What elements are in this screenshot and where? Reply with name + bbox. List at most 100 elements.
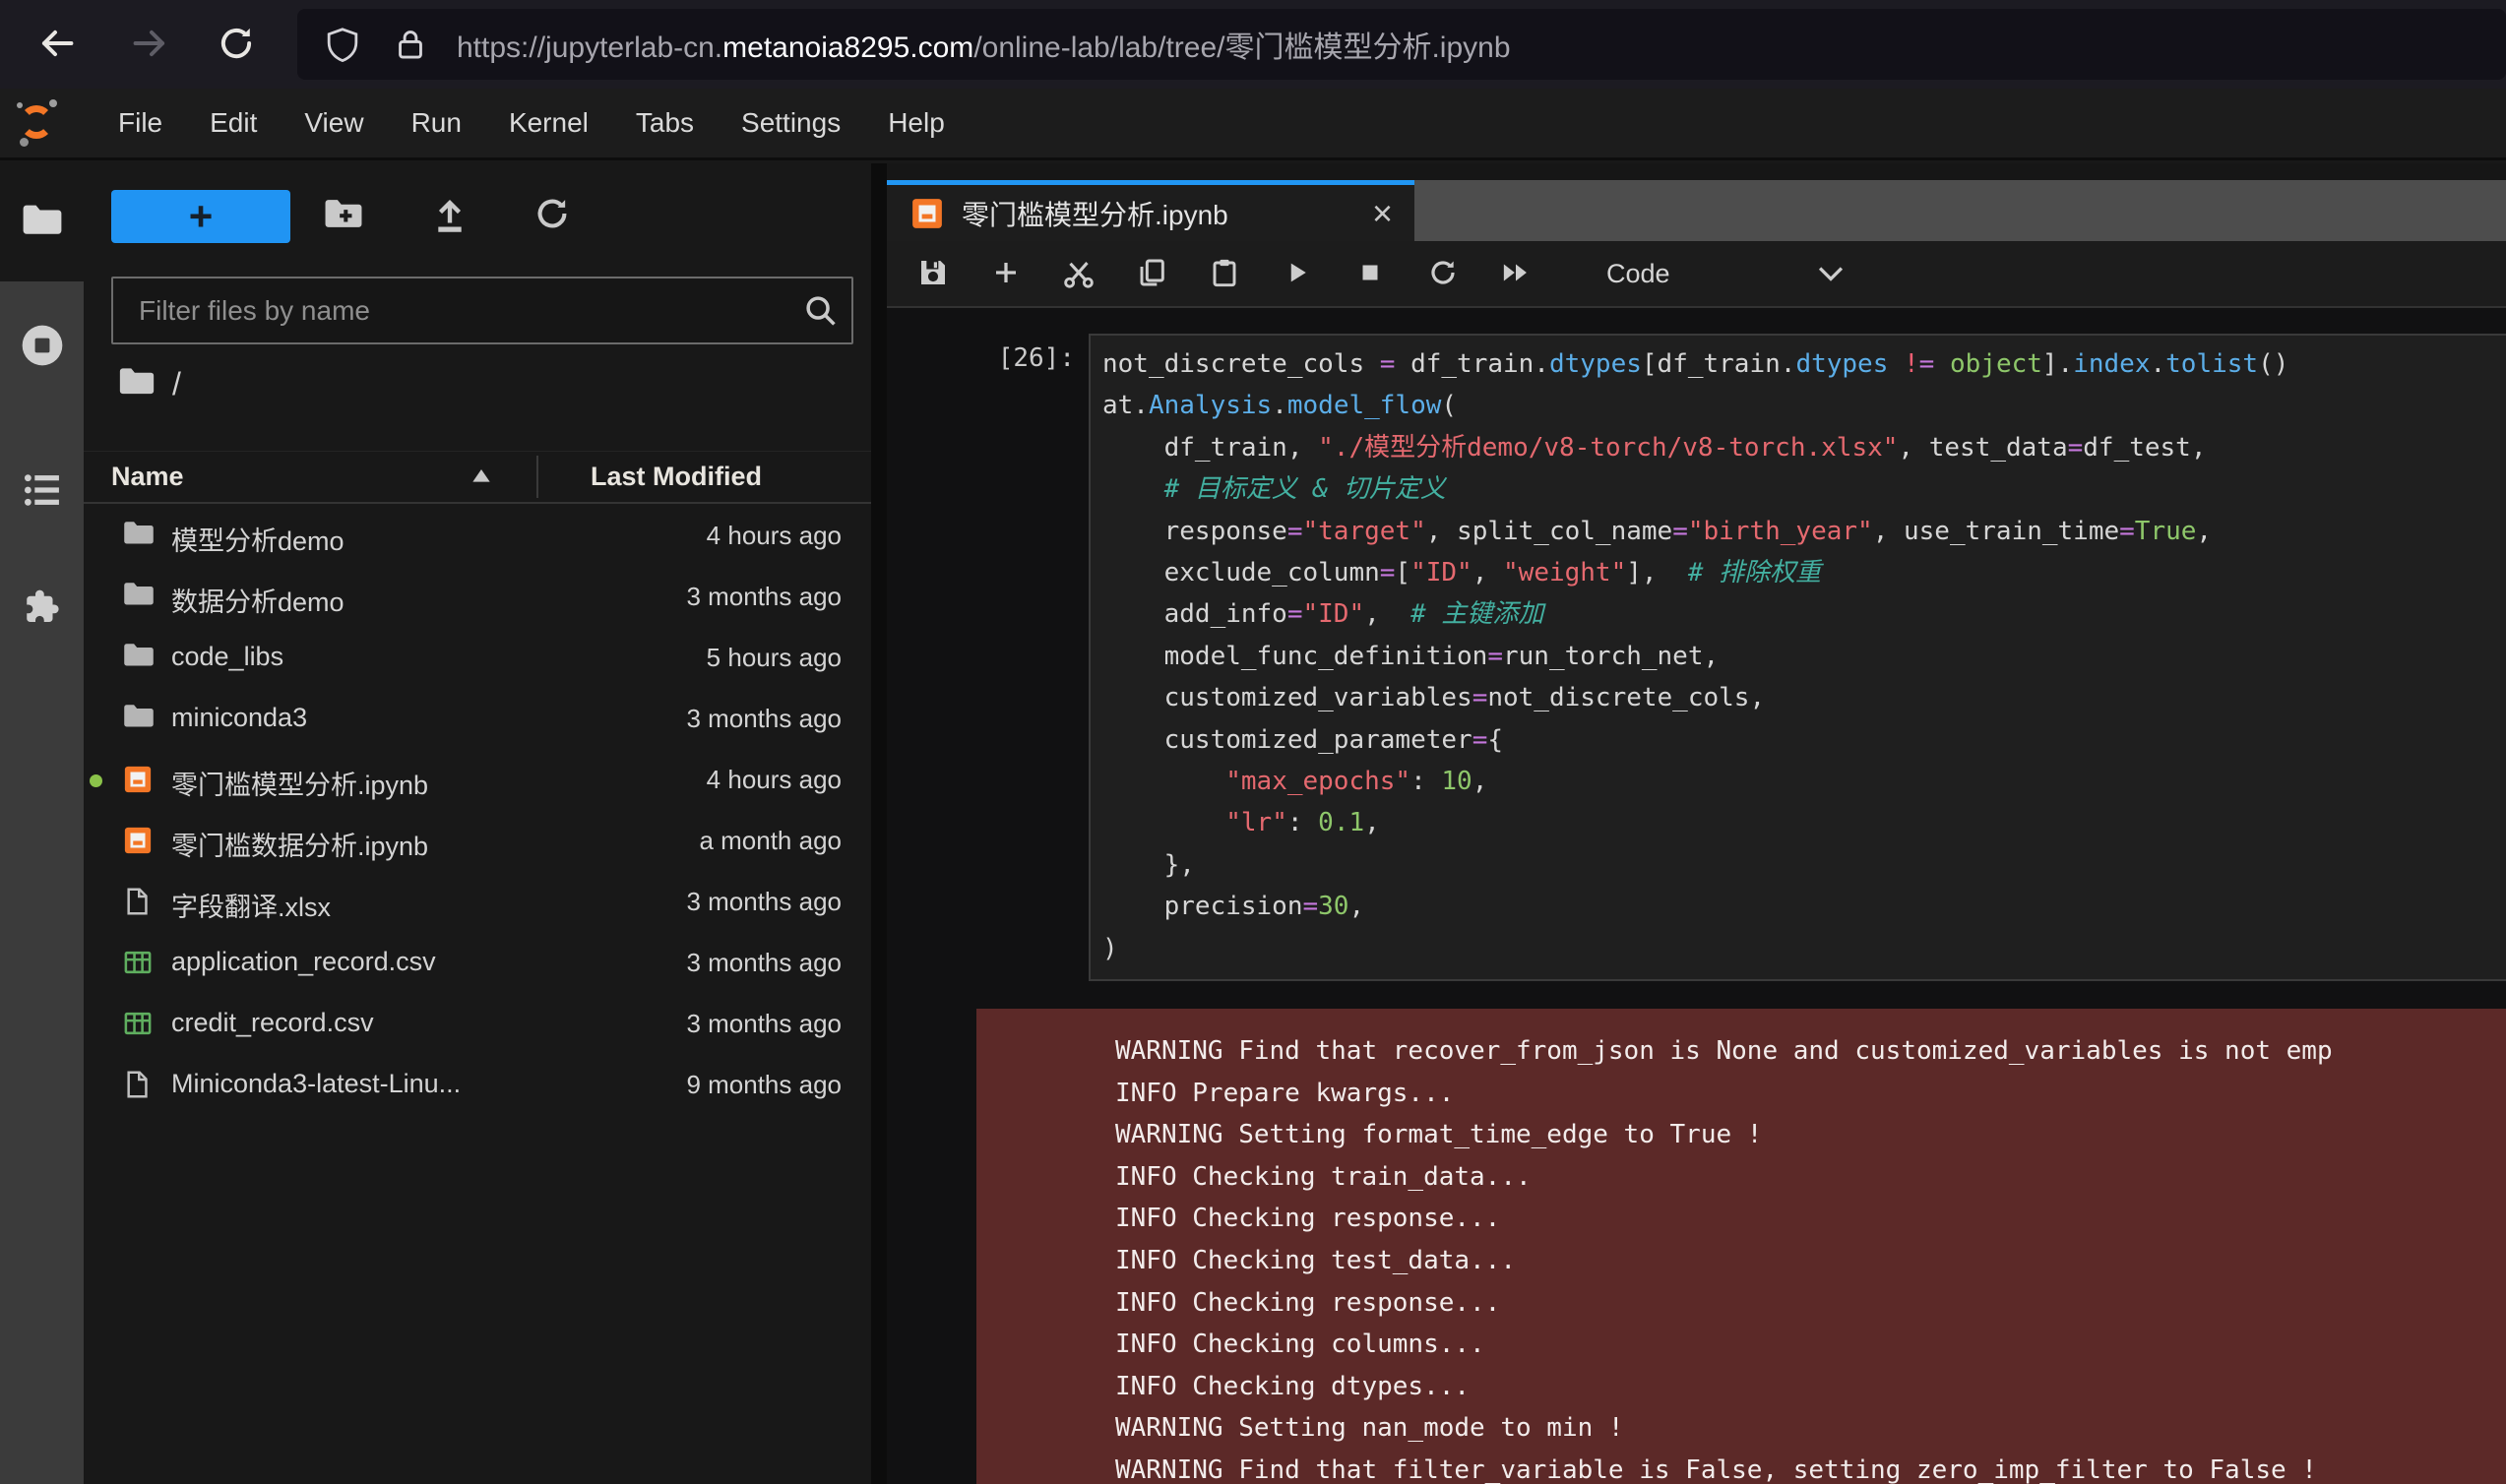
run-cell-button[interactable] [1261, 244, 1334, 303]
dock-top-gap [887, 163, 2506, 180]
file-icon [123, 887, 155, 918]
jupyterlab-shell: FileEditViewRunKernelTabsSettingsHelp [0, 89, 2506, 1484]
browser-back-button[interactable] [30, 18, 85, 73]
notebook-toolbar: Code [887, 241, 2506, 308]
tab-close-icon[interactable]: × [1372, 196, 1393, 231]
notebook-panel: 零门槛模型分析.ipynb × [887, 163, 2506, 1484]
screen: https://jupyterlab-cn.metanoia8295.com/o… [0, 0, 2506, 1484]
panel-splitter[interactable] [871, 163, 887, 1484]
menu-item-help[interactable]: Help [864, 89, 969, 157]
file-modified: 4 hours ago [707, 765, 842, 795]
jlab-body: + [0, 163, 2506, 1484]
file-icon [123, 948, 155, 979]
insert-cell-button[interactable] [970, 244, 1042, 303]
sort-ascending-icon[interactable] [470, 467, 492, 488]
address-bar[interactable]: https://jupyterlab-cn.metanoia8295.com/o… [297, 9, 2506, 80]
menu-item-kernel[interactable]: Kernel [485, 89, 612, 157]
file-name: code_libs [171, 642, 283, 672]
url-prefix: https://jupyterlab-cn. [457, 31, 722, 64]
file-browser-toolbar: + [84, 190, 871, 243]
dock-tab-bar: 零门槛模型分析.ipynb × [887, 180, 2506, 241]
sidebar-tab-files[interactable] [0, 188, 84, 257]
menu-item-run[interactable]: Run [388, 89, 485, 157]
restart-run-all-button[interactable] [1479, 244, 1552, 303]
running-dot [90, 774, 102, 787]
file-browser-panel: + [84, 163, 871, 1484]
breadcrumb-root[interactable]: / [172, 366, 181, 402]
interrupt-kernel-button[interactable] [1334, 244, 1407, 303]
notebook-tab[interactable]: 零门槛模型分析.ipynb × [887, 180, 1414, 241]
menu-item-settings[interactable]: Settings [718, 89, 864, 157]
file-modified: 4 hours ago [707, 521, 842, 551]
file-row[interactable]: miniconda3 3 months ago [84, 689, 871, 750]
file-name: 模型分析demo [171, 520, 345, 558]
file-row[interactable]: 零门槛数据分析.ipynb a month ago [84, 811, 871, 872]
file-row[interactable]: 数据分析demo 3 months ago [84, 567, 871, 628]
file-row[interactable]: 字段翻译.xlsx 3 months ago [84, 872, 871, 933]
menu-item-view[interactable]: View [281, 89, 387, 157]
menu-item-tabs[interactable]: Tabs [612, 89, 718, 157]
file-icon [123, 826, 155, 857]
file-icon [123, 1009, 155, 1040]
shield-icon[interactable] [325, 27, 360, 62]
file-name: 数据分析demo [171, 581, 345, 619]
restart-kernel-button[interactable] [1407, 244, 1479, 303]
table-of-contents-icon [23, 470, 62, 515]
file-name: 零门槛模型分析.ipynb [171, 764, 428, 802]
file-row[interactable]: 模型分析demo 4 hours ago [84, 506, 871, 567]
refresh-icon [533, 195, 571, 237]
sidebar-tab-toc[interactable] [0, 458, 84, 526]
menu-item-edit[interactable]: Edit [186, 89, 281, 157]
lock-icon[interactable] [394, 28, 427, 61]
file-row[interactable]: 零门槛模型分析.ipynb 4 hours ago [84, 750, 871, 811]
stderr-output: WARNING Find that recover_from_json is N… [976, 1009, 2506, 1484]
file-list-header: Name Last Modified [84, 451, 871, 504]
tab-title: 零门槛模型分析.ipynb [962, 194, 1228, 233]
new-launcher-button[interactable]: + [111, 190, 290, 243]
file-icon [123, 704, 155, 735]
file-icon [123, 1070, 155, 1101]
url-domain: metanoia8295.com [722, 31, 973, 64]
menu-bar: FileEditViewRunKernelTabsSettingsHelp [0, 89, 2506, 160]
copy-cells-button[interactable] [1115, 244, 1188, 303]
upload-icon [431, 194, 469, 238]
copy-icon [1136, 257, 1167, 291]
code-editor[interactable]: not_discrete_cols = df_train.dtypes[df_t… [1089, 334, 2506, 981]
file-row[interactable]: credit_record.csv 3 months ago [84, 994, 871, 1055]
breadcrumb: / [118, 356, 181, 411]
upload-button[interactable] [418, 186, 481, 245]
stop-icon [1355, 258, 1385, 290]
column-header-modified[interactable]: Last Modified [591, 462, 762, 492]
running-kernels-icon [20, 323, 65, 373]
refresh-button[interactable] [521, 186, 584, 245]
browser-forward-button[interactable] [122, 18, 177, 73]
chevron-down-icon[interactable] [1816, 262, 1846, 285]
file-row[interactable]: application_record.csv 3 months ago [84, 933, 871, 994]
file-modified: 3 months ago [686, 704, 842, 734]
paste-cells-button[interactable] [1188, 244, 1261, 303]
cell-type-select[interactable]: Code [1606, 259, 1670, 289]
file-row[interactable]: code_libs 5 hours ago [84, 628, 871, 689]
url-path: /online-lab/lab/tree/零门槛模型分析.ipynb [973, 31, 1510, 64]
file-modified: 5 hours ago [707, 643, 842, 673]
column-divider [536, 456, 538, 498]
browser-reload-button[interactable] [209, 18, 264, 73]
sidebar-tab-running[interactable] [0, 313, 84, 382]
file-modified: a month ago [699, 826, 842, 856]
file-name: 字段翻译.xlsx [171, 886, 331, 924]
filter-files-input[interactable] [111, 277, 853, 344]
save-button[interactable] [897, 244, 970, 303]
reload-icon [216, 23, 257, 69]
plus-icon [991, 258, 1021, 290]
back-arrow-icon [36, 23, 78, 69]
column-header-name[interactable]: Name [111, 462, 184, 492]
filter-box [111, 277, 853, 344]
menu-item-file[interactable]: File [94, 89, 186, 157]
new-folder-button[interactable] [312, 186, 375, 245]
cut-cells-button[interactable] [1042, 244, 1115, 303]
new-folder-icon [324, 197, 363, 235]
sidebar-tab-extensions[interactable] [0, 576, 84, 645]
file-row[interactable]: Miniconda3-latest-Linu... 9 months ago [84, 1055, 871, 1116]
file-name: Miniconda3-latest-Linu... [171, 1069, 461, 1099]
breadcrumb-home-folder-icon[interactable] [118, 367, 156, 402]
